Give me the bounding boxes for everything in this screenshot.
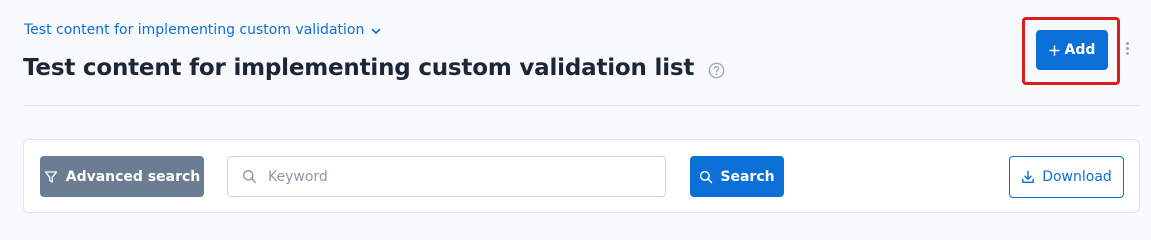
search-button-label: Search — [720, 168, 775, 185]
advanced-search-label: Advanced search — [65, 168, 201, 185]
add-button[interactable]: Add — [1036, 30, 1108, 70]
breadcrumb[interactable]: Test content for implementing custom val… — [24, 20, 382, 40]
keyword-input[interactable] — [268, 157, 658, 196]
plus-icon — [1048, 44, 1060, 56]
keyword-field[interactable] — [227, 156, 666, 197]
help-icon[interactable] — [708, 62, 725, 79]
download-icon — [1022, 170, 1035, 183]
page-title-text: Test content for implementing custom val… — [23, 55, 695, 81]
filter-icon — [44, 170, 57, 183]
download-button-label: Download — [1042, 169, 1112, 185]
header-divider — [23, 105, 1141, 106]
advanced-search-button[interactable]: Advanced search — [40, 156, 204, 197]
search-icon — [243, 170, 257, 184]
search-button[interactable]: Search — [690, 156, 784, 197]
search-icon — [700, 170, 713, 183]
page-title: Test content for implementing custom val… — [23, 51, 725, 85]
add-button-label: Add — [1064, 42, 1096, 58]
chevron-down-icon — [372, 28, 381, 34]
page: Test content for implementing custom val… — [0, 0, 1151, 233]
download-button[interactable]: Download — [1009, 156, 1124, 198]
breadcrumb-label: Test content for implementing custom val… — [24, 22, 365, 38]
kebab-menu-icon[interactable] — [1121, 38, 1133, 58]
